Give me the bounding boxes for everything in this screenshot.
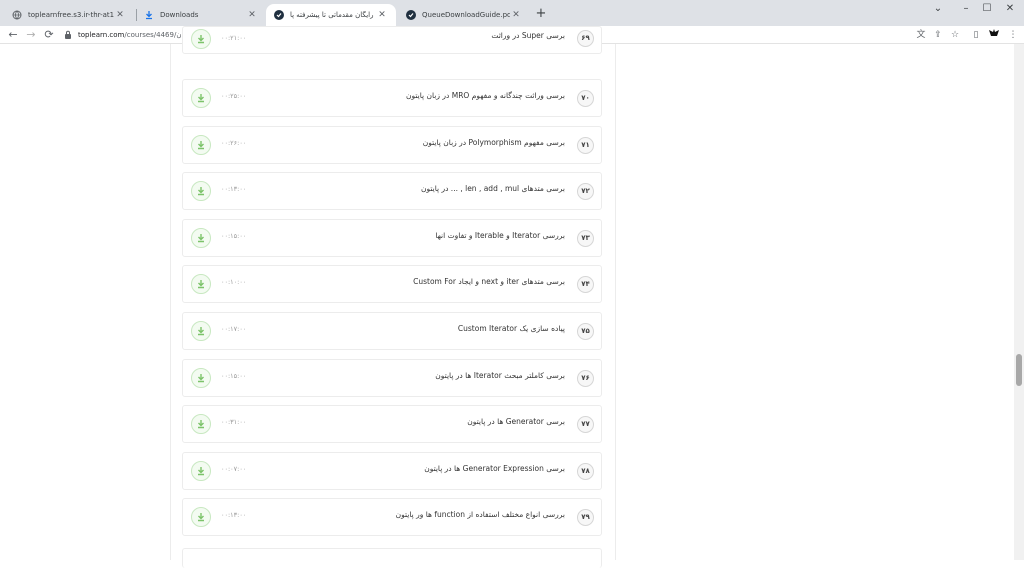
lesson-number: ۷۳	[577, 230, 594, 247]
tab-title: toplearnfree.s3.ir-thr-at1.arvanst	[28, 11, 114, 19]
lesson-row-partial	[182, 548, 602, 568]
share-icon[interactable]: ⇪	[931, 28, 945, 42]
lesson-duration: ۰۰:۳۱:۰۰	[221, 418, 247, 426]
reload-button[interactable]: ⟳	[42, 28, 56, 42]
lesson-number: ۷۹	[577, 509, 594, 526]
tab-title: Downloads	[160, 11, 199, 19]
sidepanel-icon[interactable]: ▯	[969, 28, 983, 42]
lesson-duration: ۰۰:۱۳:۰۰	[221, 511, 247, 519]
scrollbar[interactable]	[1014, 44, 1024, 560]
new-tab-button[interactable]: +	[534, 6, 548, 22]
close-icon[interactable]: ✕	[376, 10, 388, 20]
lesson-row[interactable]: ۰۰:۲۱:۰۰ برسی Super در وراثت ۶۹	[182, 26, 602, 54]
tab-pdf[interactable]: QueueDownloadGuide.pdf ✕	[398, 4, 530, 26]
lesson-duration: ۰۰:۱۵:۰۰	[221, 372, 247, 380]
lesson-title[interactable]: برسی مفهوم Polymorphism در زبان پایتون	[423, 138, 565, 147]
tab-downloads[interactable]: Downloads ✕	[136, 4, 266, 26]
scrollbar-thumb[interactable]	[1016, 354, 1022, 386]
tab-toplearnfree[interactable]: toplearnfree.s3.ir-thr-at1.arvanst ✕	[4, 4, 134, 26]
lesson-number: ۷۲	[577, 183, 594, 200]
url-domain: toplearn.com	[78, 31, 125, 39]
lesson-title[interactable]: برسی Generator ها در پایتون	[467, 417, 565, 426]
lesson-row[interactable]: ۰۰:۱۰:۰۰ برسی متدهای iter و next و ایجاد …	[182, 265, 602, 303]
chevron-down-icon[interactable]: ⌄	[926, 3, 950, 15]
lesson-row[interactable]: ۰۰:۰۷:۰۰ برسی Generator Expression ها در …	[182, 452, 602, 490]
lesson-duration: ۰۰:۱۵:۰۰	[221, 232, 247, 240]
more-menu-icon[interactable]: ⋮	[1006, 28, 1020, 42]
lesson-title[interactable]: برسی Generator Expression ها در پایتون	[424, 464, 565, 473]
lesson-duration: ۰۰:۱۷:۰۰	[221, 325, 247, 333]
tab-title: آموزش رایگان مقدماتی تا پیشرفته پا	[290, 11, 376, 19]
download-icon[interactable]	[191, 135, 211, 155]
download-icon[interactable]	[191, 414, 211, 434]
extension-icon[interactable]	[987, 28, 1001, 42]
download-icon[interactable]	[191, 321, 211, 341]
globe-icon	[12, 10, 22, 20]
lesson-row[interactable]: ۰۰:۱۳:۰۰ بررسی انواع مختلف استفاده از fun…	[182, 498, 602, 536]
tab-active-course[interactable]: آموزش رایگان مقدماتی تا پیشرفته پا ✕	[266, 4, 396, 26]
lesson-duration: ۰۰:۰۷:۰۰	[221, 465, 247, 473]
lesson-duration: ۰۰:۱۳:۰۰	[221, 185, 247, 193]
lesson-number: ۷۱	[577, 137, 594, 154]
lesson-number: ۶۹	[577, 30, 594, 47]
lesson-row[interactable]: ۰۰:۱۷:۰۰ پیاده سازی یک Custom Iterator ۷۵	[182, 312, 602, 350]
lock-icon[interactable]	[64, 30, 72, 39]
lesson-title[interactable]: برسی متدهای iter و next و ایجاد Custom F…	[413, 277, 565, 286]
maximize-button[interactable]: ☐	[975, 3, 999, 15]
lesson-number: ۷۰	[577, 90, 594, 107]
lesson-title[interactable]: بررسی انواع مختلف استفاده از function ها…	[396, 510, 565, 519]
lesson-duration: ۰۰:۲۶:۰۰	[221, 139, 247, 147]
download-icon[interactable]	[191, 181, 211, 201]
star-icon[interactable]: ☆	[948, 28, 962, 42]
lesson-duration: ۰۰:۱۰:۰۰	[221, 278, 247, 286]
download-icon[interactable]	[191, 29, 211, 49]
lesson-row[interactable]: ۰۰:۲۵:۰۰ برسی وراثت چندگانه و مفهوم MRO د…	[182, 79, 602, 117]
lesson-row[interactable]: ۰۰:۱۳:۰۰ برسی متدهای len , add , mul , ..…	[182, 172, 602, 210]
lesson-title[interactable]: برسی Super در وراثت	[491, 31, 565, 40]
download-icon[interactable]	[191, 274, 211, 294]
download-icon[interactable]	[191, 228, 211, 248]
lesson-duration: ۰۰:۲۵:۰۰	[221, 92, 247, 100]
lesson-number: ۷۵	[577, 323, 594, 340]
forward-button[interactable]: →	[24, 28, 38, 42]
download-icon[interactable]	[191, 88, 211, 108]
lesson-row[interactable]: ۰۰:۳۱:۰۰ برسی Generator ها در پایتون ۷۷	[182, 405, 602, 443]
close-icon[interactable]: ✕	[114, 10, 126, 20]
lesson-title[interactable]: بررسی Iterator و Iterable و تفاوت انها	[435, 231, 565, 240]
lesson-duration: ۰۰:۲۱:۰۰	[221, 34, 247, 42]
tab-strip: toplearnfree.s3.ir-thr-at1.arvanst ✕ Dow…	[0, 0, 1024, 26]
lesson-row[interactable]: ۰۰:۲۶:۰۰ برسی مفهوم Polymorphism در زبان …	[182, 126, 602, 164]
lesson-number: ۷۶	[577, 370, 594, 387]
lesson-title[interactable]: پیاده سازی یک Custom Iterator	[458, 324, 565, 333]
back-button[interactable]: ←	[6, 28, 20, 42]
toplearn-icon	[406, 10, 416, 20]
lesson-title[interactable]: برسی متدهای len , add , mul , ... در پای…	[421, 184, 565, 193]
download-icon[interactable]	[191, 507, 211, 527]
tab-title: QueueDownloadGuide.pdf	[422, 11, 510, 19]
download-icon	[144, 10, 154, 20]
translate-icon[interactable]: 文	[914, 28, 928, 42]
lesson-number: ۷۸	[577, 463, 594, 480]
close-icon[interactable]: ✕	[510, 10, 522, 20]
lesson-row[interactable]: ۰۰:۱۵:۰۰ برسی کاملتر مبحث Iterator ها در …	[182, 359, 602, 397]
download-icon[interactable]	[191, 368, 211, 388]
toplearn-icon	[274, 10, 284, 20]
lesson-title[interactable]: برسی کاملتر مبحث Iterator ها در پایتون	[435, 371, 565, 380]
close-window-button[interactable]: ✕	[998, 3, 1022, 15]
lesson-number: ۷۷	[577, 416, 594, 433]
lesson-number: ۷۴	[577, 276, 594, 293]
lesson-row[interactable]: ۰۰:۱۵:۰۰ بررسی Iterator و Iterable و تفاو…	[182, 219, 602, 257]
close-icon[interactable]: ✕	[246, 10, 258, 20]
download-icon[interactable]	[191, 461, 211, 481]
lesson-title[interactable]: برسی وراثت چندگانه و مفهوم MRO در زبان پ…	[406, 91, 565, 100]
